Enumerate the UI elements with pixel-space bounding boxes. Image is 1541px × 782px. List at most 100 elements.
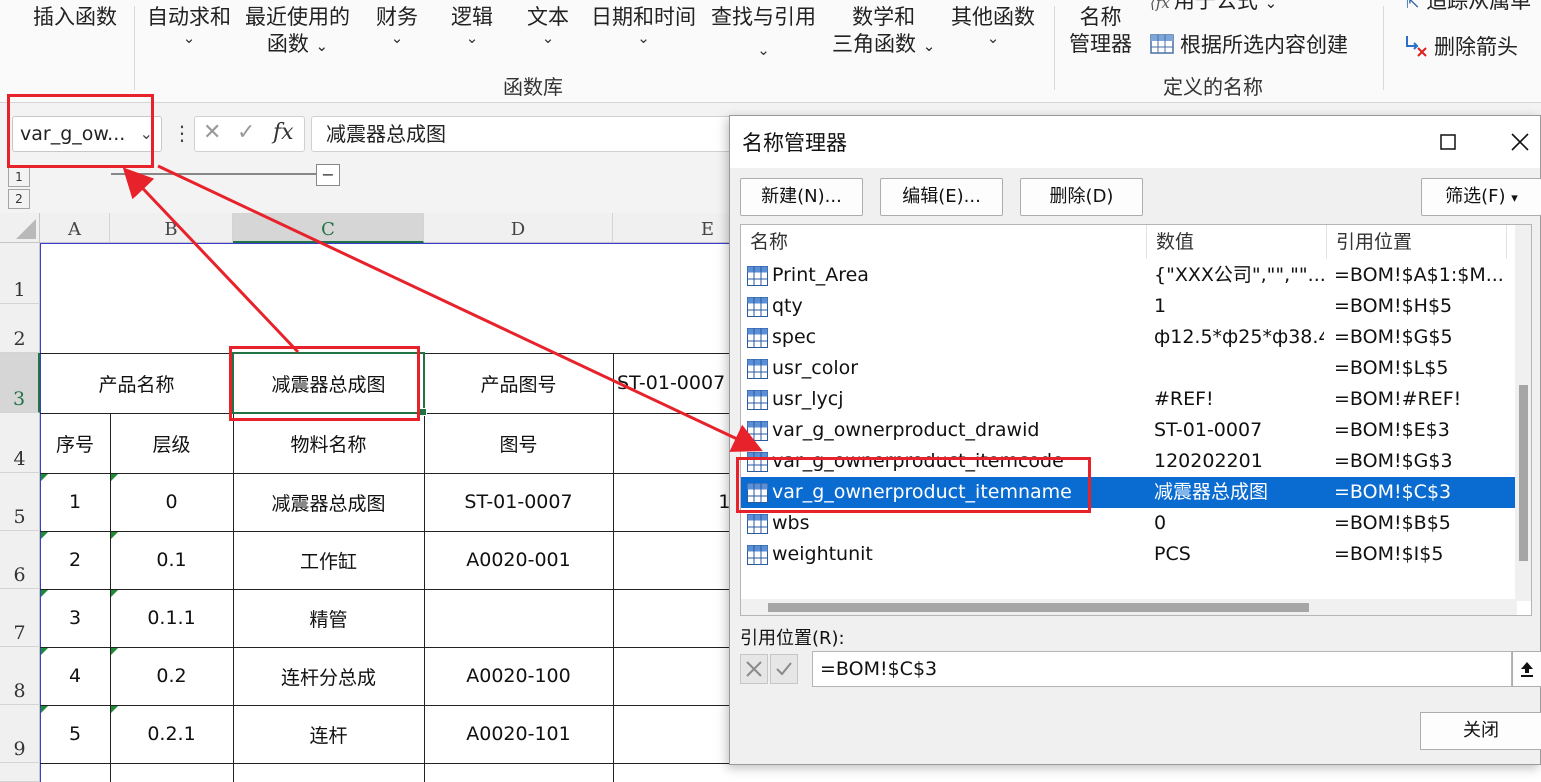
check-icon[interactable]: ✓: [237, 120, 255, 145]
close-icon[interactable]: [1502, 124, 1538, 160]
insert-function-icon[interactable]: fx: [273, 120, 294, 145]
refers-to-cell: =BOM!#REF!: [1334, 388, 1462, 410]
chevron-down-icon: ⌄: [757, 41, 770, 59]
column-header-a[interactable]: A: [40, 213, 110, 243]
column-header-c[interactable]: C: [233, 213, 424, 243]
table-cell[interactable]: 连杆: [233, 705, 424, 763]
logical-button[interactable]: 逻辑 ⌄: [451, 4, 493, 46]
cancel-icon[interactable]: ✕: [203, 120, 221, 145]
refers-to-cell: =BOM!$E$3: [1334, 419, 1450, 441]
collapse-dialog-icon[interactable]: [1512, 651, 1541, 687]
row-header-6[interactable]: 6: [0, 531, 40, 589]
insert-function-button[interactable]: 插入函数: [33, 4, 117, 31]
filter-button[interactable]: 筛选(F) ▾: [1421, 178, 1541, 216]
names-list-item[interactable]: Print_Area {"XXX公司","",""... =BOM!$A$1:$M.…: [741, 260, 1519, 291]
drawing-no-label-cell[interactable]: 产品图号: [424, 353, 613, 413]
name-cell: spec: [772, 326, 817, 348]
names-list-item[interactable]: weightunit PCS =BOM!$I$5: [741, 539, 1519, 570]
more-options-icon[interactable]: ⋮: [172, 121, 192, 145]
row-header-10[interactable]: [0, 763, 40, 782]
close-button[interactable]: 关闭: [1420, 712, 1541, 750]
use-in-formula-button[interactable]: ⟨fx 用于公式 ⌄: [1150, 0, 1277, 17]
select-all-button[interactable]: [0, 213, 40, 243]
table-header-cell[interactable]: 图号: [424, 413, 613, 473]
column-header-refers-to[interactable]: 引用位置: [1327, 225, 1507, 259]
column-header-value[interactable]: 数值: [1147, 225, 1327, 259]
row-header-4[interactable]: 4: [0, 413, 40, 473]
names-list[interactable]: 名称 数值 引用位置 Print_Area {"XXX公司","",""... =B…: [740, 224, 1532, 616]
row-header-9[interactable]: 9: [0, 705, 40, 763]
table-cell[interactable]: 2: [40, 531, 110, 589]
row-header-1[interactable]: 1: [0, 243, 40, 304]
name-manager-button[interactable]: 名称 管理器: [1069, 4, 1132, 58]
table-cell[interactable]: 0.1: [110, 531, 233, 589]
autosum-button[interactable]: 自动求和 ⌄: [147, 4, 231, 46]
column-header-b[interactable]: B: [110, 213, 233, 243]
text-button[interactable]: 文本 ⌄: [527, 4, 569, 46]
table-cell[interactable]: ST-01-0007: [424, 473, 613, 531]
table-header-cell[interactable]: 层级: [110, 413, 233, 473]
table-cell[interactable]: A0020-101: [424, 705, 613, 763]
scrollbar-thumb[interactable]: [1519, 385, 1528, 561]
edit-name-button[interactable]: 编辑(E)...: [880, 178, 1003, 216]
table-cell[interactable]: 工作缸: [233, 531, 424, 589]
table-cell[interactable]: 0: [110, 473, 233, 531]
product-name-label-cell[interactable]: 产品名称: [40, 353, 233, 413]
refers-to-input[interactable]: =BOM!$C$3: [812, 651, 1512, 687]
recently-used-button[interactable]: 最近使用的 函数 ⌄: [245, 4, 350, 60]
named-range-icon: [747, 327, 768, 348]
cancel-edit-icon[interactable]: [740, 654, 768, 684]
outline-level-2-button[interactable]: 2: [8, 189, 30, 209]
row-header-8[interactable]: 8: [0, 647, 40, 705]
lookup-reference-button[interactable]: 查找与引用 ⌄: [711, 4, 816, 59]
table-header-cell[interactable]: 序号: [40, 413, 110, 473]
table-cell[interactable]: 精管: [233, 589, 424, 647]
outline-collapse-button[interactable]: −: [316, 164, 340, 186]
new-name-button[interactable]: 新建(N)...: [740, 178, 863, 216]
confirm-edit-icon[interactable]: [770, 654, 798, 684]
table-cell[interactable]: A0020-100: [424, 647, 613, 705]
table-cell[interactable]: [424, 589, 613, 647]
datetime-button[interactable]: 日期和时间 ⌄: [591, 4, 696, 46]
outline-level-1-button[interactable]: 1: [8, 167, 30, 187]
more-functions-button[interactable]: 其他函数 ⌄: [951, 4, 1035, 46]
name-cell: Print_Area: [772, 264, 869, 286]
trace-dependents-button[interactable]: ⇱ 追踪从属单: [1406, 0, 1531, 16]
dialog-titlebar[interactable]: 名称管理器: [730, 116, 1540, 168]
table-cell[interactable]: A0020-001: [424, 531, 613, 589]
table-cell[interactable]: 5: [40, 705, 110, 763]
column-header-name[interactable]: 名称: [741, 225, 1147, 259]
row-header-2[interactable]: 2: [0, 304, 40, 353]
delete-name-button[interactable]: 删除(D): [1020, 178, 1143, 216]
row-header-5[interactable]: 5: [0, 473, 40, 531]
table-cell[interactable]: 0.2: [110, 647, 233, 705]
remove-arrows-button[interactable]: 删除箭头: [1404, 32, 1518, 61]
row-header-7[interactable]: 7: [0, 589, 40, 647]
column-header-d[interactable]: D: [424, 213, 613, 243]
names-list-item[interactable]: usr_lycj #REF! =BOM!#REF!: [741, 384, 1519, 415]
row-header-3[interactable]: 3: [0, 353, 40, 413]
create-from-selection-button[interactable]: 根据所选内容创建: [1150, 32, 1348, 59]
names-list-item[interactable]: usr_color =BOM!$L$5: [741, 353, 1519, 384]
table-cell[interactable]: 3: [40, 589, 110, 647]
horizontal-scrollbar[interactable]: [741, 599, 1517, 615]
names-list-item[interactable]: qty 1 =BOM!$H$5: [741, 291, 1519, 322]
table-cell[interactable]: 1: [40, 473, 110, 531]
names-list-item[interactable]: var_g_ownerproduct_drawid ST-01-0007 =BOM!…: [741, 415, 1519, 446]
maximize-icon[interactable]: [1430, 124, 1466, 160]
table-cell[interactable]: 0.2.1: [110, 705, 233, 763]
math-trig-button[interactable]: 数学和 三角函数 ⌄: [832, 4, 935, 60]
names-list-item[interactable]: spec ф12.5*ф25*ф38.4 =BOM!$G$5: [741, 322, 1519, 353]
financial-button[interactable]: 财务 ⌄: [376, 4, 418, 46]
named-range-icon: [747, 420, 768, 441]
vertical-scrollbar[interactable]: [1515, 225, 1531, 601]
scrollbar-thumb[interactable]: [768, 603, 1309, 612]
table-cell[interactable]: 减震器总成图: [233, 473, 424, 531]
table-cell[interactable]: 0.1.1: [110, 589, 233, 647]
chevron-down-icon: ▾: [1511, 191, 1518, 206]
named-range-icon: [747, 389, 768, 410]
table-header-cell[interactable]: 物料名称: [233, 413, 424, 473]
refers-to-cell: =BOM!$L$5: [1334, 357, 1449, 379]
table-cell[interactable]: 4: [40, 647, 110, 705]
table-cell[interactable]: 连杆分总成: [233, 647, 424, 705]
